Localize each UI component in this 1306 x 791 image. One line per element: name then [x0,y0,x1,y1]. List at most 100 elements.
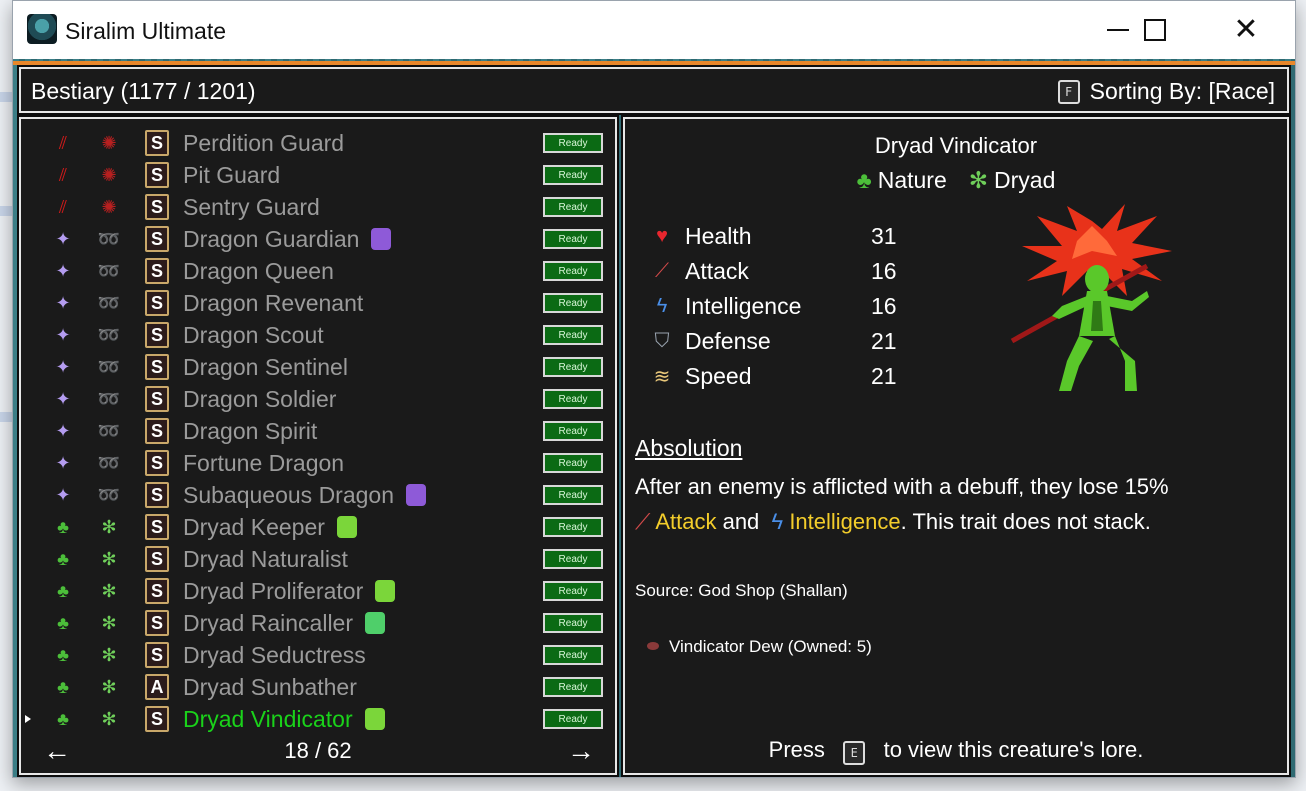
item-text: Vindicator Dew (Owned: 5) [669,637,872,656]
stat-value: 16 [871,293,897,319]
footer-press: Press [768,737,825,762]
list-item[interactable]: ♣ ✻ S Dryad Vindicator Ready [21,703,615,735]
stat-label: Defense [685,328,771,354]
creature-name-text: Dryad Keeper [183,514,325,540]
dryad-icon: ✻ [101,517,117,537]
creature-detail: Dryad Vindicator ♣ Nature ✻ Dryad ♥ Health… [623,117,1289,775]
ready-badge: Ready [543,229,603,249]
sorting-control[interactable]: F Sorting By: [Race] [1057,78,1275,105]
rank-icon: S [145,322,169,348]
list-item[interactable]: ✦ ➿ S Dragon Scout Ready [21,319,615,351]
creature-list: ⫽ ✺ S Perdition Guard Ready ⫽ ✺ S Pit Guard Ready… [19,117,617,775]
creature-name-label: Dragon Soldier [183,386,336,413]
list-item[interactable]: ♣ ✻ S Dryad Naturalist Ready [21,543,615,575]
close-button[interactable]: ✕ [1211,1,1281,59]
claw-icon: ⫽ [58,165,68,185]
green-slime-icon [364,708,385,730]
ready-badge: Ready [543,677,603,697]
list-item[interactable]: ✦ ➿ S Dragon Spirit Ready [21,415,615,447]
creature-name-label: Fortune Dragon [183,450,344,477]
sparkle-icon: ✦ [55,453,71,473]
list-item[interactable]: ✦ ➿ S Fortune Dragon Ready [21,447,615,479]
creature-name-label: Dryad Raincaller [183,610,386,637]
maximize-button[interactable] [1120,1,1190,59]
ready-badge: Ready [543,293,603,313]
creature-name-text: Dryad Seductress [183,642,366,668]
ready-badge: Ready [543,549,603,569]
creature-name-label: Dryad Sunbather [183,674,357,701]
leaf-icon: ♣ [57,517,69,537]
creature-name-text: Dragon Soldier [183,386,337,412]
creature-name-label: Dryad Seductress [183,642,366,669]
bestiary-header: Bestiary (1177 / 1201) F Sorting By: [Ra… [19,67,1289,113]
claw-icon: ⫽ [58,133,68,153]
sparkle-icon: ✦ [55,261,71,281]
creature-name-text: Pit Guard [183,162,281,188]
keycap-f-icon: F [1057,79,1080,104]
creature-name-text: Fortune Dragon [183,450,345,476]
leaf-icon: ♣ [57,645,69,665]
list-item[interactable]: ⫽ ✺ S Sentry Guard Ready [21,191,615,223]
demon-icon: ✺ [101,197,117,217]
trait-text-end: . This trait does not stack. [900,509,1151,534]
claw-icon: ⫽ [58,197,68,217]
ready-badge: Ready [543,261,603,281]
dragon-icon: ➿ [97,453,121,473]
dryad-icon: ✻ [101,613,117,633]
rank-icon: S [145,514,169,540]
sparkle-icon: ✦ [55,485,71,505]
list-item[interactable]: ✦ ➿ S Dragon Sentinel Ready [21,351,615,383]
sparkle-icon: ✦ [55,229,71,249]
window-title: Siralim Ultimate [65,18,227,44]
creature-name-text: Subaqueous Dragon [183,482,394,508]
ready-badge: Ready [543,325,603,345]
dragon-icon: ➿ [97,261,121,281]
list-item[interactable]: ♣ ✻ S Dryad Seductress Ready [21,639,615,671]
item-row: Vindicator Dew (Owned: 5) [647,637,872,657]
list-item[interactable]: ♣ ✻ A Dryad Sunbather Ready [21,671,615,703]
shield-icon: ⛉ [654,329,670,352]
list-item[interactable]: ✦ ➿ S Dragon Soldier Ready [21,383,615,415]
list-item[interactable]: ⫽ ✺ S Pit Guard Ready [21,159,615,191]
ready-badge: Ready [543,197,603,217]
stat-label: Intelligence [685,293,802,319]
creature-name-text: Dryad Vindicator [183,706,353,732]
dragon-icon: ➿ [97,357,121,377]
wing-icon: ≋ [653,365,671,388]
list-item[interactable]: ✦ ➿ S Dragon Guardian Ready [21,223,615,255]
next-page-arrow-icon[interactable]: → [567,735,595,767]
leaf-icon: ♣ [57,613,69,633]
dragon-icon: ➿ [97,421,121,441]
stat-label: Health [685,223,752,249]
sparkle-icon: ✦ [55,325,71,345]
rank-icon: S [145,482,169,508]
dragon-icon: ➿ [97,485,121,505]
list-item[interactable]: ♣ ✻ S Dryad Proliferator Ready [21,575,615,607]
sparkle-icon: ✦ [55,421,71,441]
creature-name-label: Dragon Guardian [183,226,392,253]
creature-name-text: Perdition Guard [183,130,345,156]
maximize-icon [1144,19,1166,41]
list-item[interactable]: ✦ ➿ S Dragon Queen Ready [21,255,615,287]
list-item[interactable]: ♣ ✻ S Dryad Raincaller Ready [21,607,615,639]
leaf-icon: ♣ [57,677,69,697]
title-bar[interactable]: Siralim Ultimate ✕ [13,1,1295,59]
creature-name: Dryad Vindicator [874,133,1038,158]
sword-icon: ⟋ [655,259,669,282]
trait-text: After an enemy is afflicted with a debuf… [635,474,1169,499]
list-item[interactable]: ✦ ➿ S Dragon Revenant Ready [21,287,615,319]
list-item[interactable]: ✦ ➿ S Subaqueous Dragon Ready [21,479,615,511]
list-item[interactable]: ⫽ ✺ S Perdition Guard Ready [21,127,615,159]
rank-icon: S [145,290,169,316]
dew-icon [647,642,659,650]
creature-name-label: Dryad Proliferator [183,578,396,605]
list-item[interactable]: ♣ ✻ S Dryad Keeper Ready [21,511,615,543]
dragon-icon: ➿ [97,229,121,249]
intelligence-highlight: Intelligence [789,509,901,534]
trait-title[interactable]: Absolution [635,435,742,462]
ready-badge: Ready [543,645,603,665]
keycap-e-icon[interactable]: E [843,741,866,765]
stat-value: 31 [871,223,897,249]
sparkle-icon: ✦ [55,357,71,377]
app-window: Siralim Ultimate ✕ Bestiary (1177 / 1201… [12,0,1296,778]
